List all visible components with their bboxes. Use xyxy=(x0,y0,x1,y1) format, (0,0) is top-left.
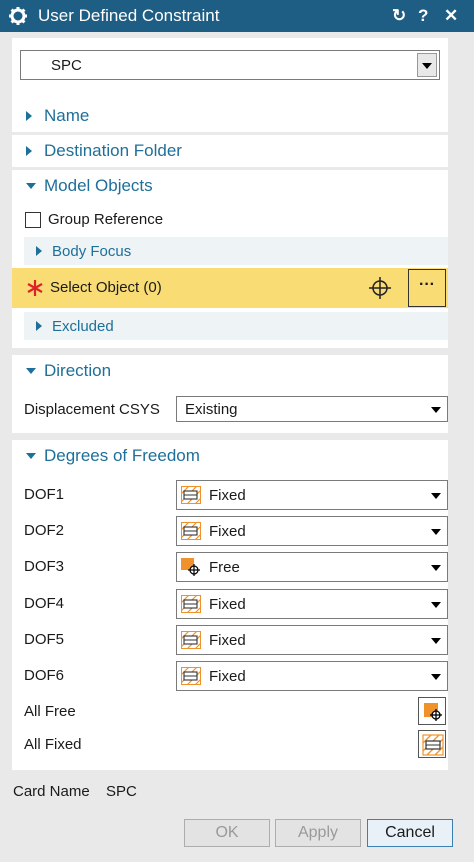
dof-value: Fixed xyxy=(209,668,246,685)
section-name-label: Name xyxy=(44,106,90,125)
dof-value: Fixed xyxy=(209,523,246,540)
excluded-section[interactable]: Excluded xyxy=(24,312,448,340)
dof-select[interactable]: Fixed xyxy=(176,589,448,619)
chevron-down-icon xyxy=(26,453,36,459)
chevron-down-icon xyxy=(431,529,441,535)
dof-label: DOF1 xyxy=(24,486,65,503)
section-destination-folder[interactable]: Destination Folder xyxy=(12,135,448,167)
displacement-csys-value: Existing xyxy=(185,401,238,418)
apply-button[interactable]: Apply xyxy=(275,819,361,847)
fixed-icon xyxy=(180,630,202,650)
gear-icon[interactable] xyxy=(8,6,28,26)
type-panel: SPC xyxy=(12,38,448,100)
fixed-icon xyxy=(180,666,202,686)
chevron-right-icon xyxy=(36,246,42,256)
chevron-down-icon xyxy=(431,602,441,608)
chevron-down-icon xyxy=(431,674,441,680)
dof-value: Fixed xyxy=(209,487,246,504)
dof-label: DOF2 xyxy=(24,522,65,539)
crosshair-icon[interactable] xyxy=(368,276,392,300)
chevron-down-icon xyxy=(431,565,441,571)
chevron-right-icon xyxy=(26,146,32,156)
group-reference-label: Group Reference xyxy=(48,211,164,228)
section-name[interactable]: Name xyxy=(12,100,448,132)
dof-value: Fixed xyxy=(209,632,246,649)
title-bar: User Defined Constraint ↻ ? ✕ xyxy=(0,0,474,32)
group-reference-checkbox[interactable] xyxy=(25,212,41,228)
fixed-icon xyxy=(180,521,202,541)
dof-label: DOF4 xyxy=(24,595,65,612)
dof-select[interactable]: Free xyxy=(176,552,448,582)
all-free-button[interactable] xyxy=(418,697,446,725)
body-focus-section[interactable]: Body Focus xyxy=(24,237,448,265)
more-options-button[interactable]: ··· xyxy=(408,269,446,307)
chevron-down-icon xyxy=(431,407,441,413)
fixed-icon xyxy=(180,485,202,505)
section-direction-label: Direction xyxy=(44,361,112,380)
chevron-down-icon xyxy=(26,368,36,374)
dof-select[interactable]: Fixed xyxy=(176,661,448,691)
displacement-csys-label: Displacement CSYS xyxy=(24,401,160,418)
all-fixed-label: All Fixed xyxy=(24,736,82,753)
card-name-label: Card Name xyxy=(13,783,90,800)
select-object-row[interactable]: Select Object (0) ··· xyxy=(12,268,448,308)
card-name-value: SPC xyxy=(106,783,137,800)
chevron-right-icon xyxy=(36,321,42,331)
dropdown-button[interactable] xyxy=(417,53,437,77)
displacement-csys-select[interactable]: Existing xyxy=(176,396,448,422)
help-icon[interactable]: ? xyxy=(418,6,428,26)
section-model-objects[interactable]: Model Objects xyxy=(12,170,448,202)
required-asterisk-icon xyxy=(27,280,43,296)
select-object-label: Select Object (0) xyxy=(50,279,162,296)
ok-button[interactable]: OK xyxy=(184,819,270,847)
section-dof-label: Degrees of Freedom xyxy=(44,446,200,465)
dof-label: DOF6 xyxy=(24,667,65,684)
chevron-right-icon xyxy=(26,111,32,121)
type-select-value: SPC xyxy=(51,57,82,74)
chevron-down-icon xyxy=(431,638,441,644)
type-select[interactable]: SPC xyxy=(20,50,440,80)
free-icon xyxy=(181,558,201,576)
all-free-label: All Free xyxy=(24,703,76,720)
dof-label: DOF5 xyxy=(24,631,65,648)
body-focus-label: Body Focus xyxy=(52,243,132,260)
chevron-down-icon xyxy=(422,63,432,69)
dof-select[interactable]: Fixed xyxy=(176,625,448,655)
section-model-objects-label: Model Objects xyxy=(44,176,153,195)
all-fixed-button[interactable] xyxy=(418,730,446,758)
dof-select[interactable]: Fixed xyxy=(176,480,448,510)
cancel-button[interactable]: Cancel xyxy=(367,819,453,847)
fixed-icon xyxy=(422,734,444,756)
close-icon[interactable]: ✕ xyxy=(444,6,458,26)
fixed-icon xyxy=(180,594,202,614)
reset-icon[interactable]: ↻ xyxy=(392,6,406,26)
dof-label: DOF3 xyxy=(24,558,65,575)
section-dof[interactable]: Degrees of Freedom xyxy=(12,440,448,472)
section-direction[interactable]: Direction xyxy=(12,355,448,387)
dof-value: Free xyxy=(209,559,240,576)
dof-value: Fixed xyxy=(209,596,246,613)
dof-select[interactable]: Fixed xyxy=(176,516,448,546)
window-title: User Defined Constraint xyxy=(38,6,220,25)
excluded-label: Excluded xyxy=(52,318,114,335)
chevron-down-icon xyxy=(26,183,36,189)
chevron-down-icon xyxy=(431,493,441,499)
section-destination-label: Destination Folder xyxy=(44,141,182,160)
free-icon xyxy=(424,703,442,721)
